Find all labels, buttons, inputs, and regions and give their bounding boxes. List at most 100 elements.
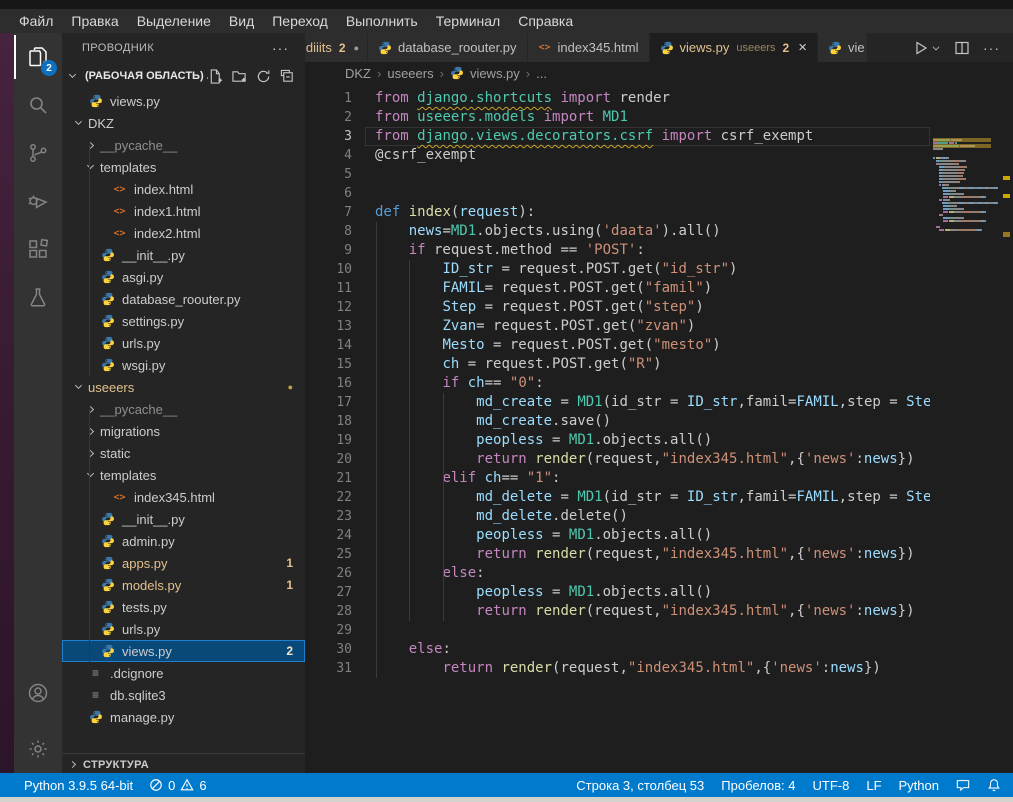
line-number: 17 <box>305 393 352 412</box>
tree-item-templates[interactable]: templates <box>62 464 305 486</box>
tab-database-roouter-py[interactable]: database_roouter.py <box>368 33 528 62</box>
tree-item-views-py[interactable]: views.py <box>62 90 305 112</box>
run-python-file-button[interactable] <box>913 40 941 56</box>
menu-item-3[interactable]: Вид <box>220 11 263 31</box>
tree-item-index345-html[interactable]: <>index345.html <box>62 486 305 508</box>
breadcrumb-item-1[interactable]: useeers <box>387 66 433 81</box>
settings-icon[interactable] <box>14 725 62 773</box>
encoding-status[interactable]: UTF-8 <box>813 778 850 793</box>
tree-item--dcignore[interactable]: ≡.dcignore <box>62 662 305 684</box>
breadcrumb[interactable]: DKZ›useeers›views.py›... <box>305 62 1013 84</box>
tree-item--init-py[interactable]: __init__.py <box>62 508 305 530</box>
tree-item-label: __init__.py <box>122 512 185 527</box>
tree-item-templates[interactable]: templates <box>62 156 305 178</box>
minimap-line <box>933 163 998 165</box>
tree-item-label: wsgi.py <box>122 358 165 373</box>
code-text: FAMIL= request.POST.get("famil") <box>352 279 712 298</box>
breadcrumb-item-2[interactable]: views.py <box>470 66 520 81</box>
close-icon[interactable]: × <box>798 40 807 55</box>
more-actions-icon[interactable]: ··· <box>983 40 1000 56</box>
refresh-icon[interactable] <box>256 69 271 84</box>
minimap-line <box>933 151 998 153</box>
minimap-line <box>933 202 998 204</box>
split-editor-icon[interactable] <box>954 40 970 56</box>
tree-item-asgi-py[interactable]: asgi.py <box>62 266 305 288</box>
workspace-section-header[interactable]: (РАБОЧАЯ ОБЛАСТЬ) ... <box>62 63 305 89</box>
html-icon: <> <box>112 206 127 217</box>
extensions-icon[interactable] <box>14 225 62 273</box>
tree-item--pycache-[interactable]: __pycache__ <box>62 134 305 156</box>
eol-status[interactable]: LF <box>866 778 881 793</box>
python-interpreter-status[interactable]: Python 3.9.5 64-bit <box>24 778 133 793</box>
code-text: if request.method == 'POST': <box>352 241 645 260</box>
tree-item-manage-py[interactable]: manage.py <box>62 706 305 728</box>
tree-item-static[interactable]: static <box>62 442 305 464</box>
python-icon <box>100 600 115 614</box>
breadcrumb-item-3[interactable]: ... <box>536 66 547 81</box>
minimap[interactable] <box>930 135 1000 773</box>
tree-item-urls-py[interactable]: urls.py <box>62 332 305 354</box>
chevron-down-icon[interactable] <box>931 43 941 53</box>
source-control-icon[interactable] <box>14 129 62 177</box>
tree-item-urls-py[interactable]: urls.py <box>62 618 305 640</box>
cursor-position-status[interactable]: Строка 3, столбец 53 <box>576 778 704 793</box>
feedback-icon[interactable] <box>956 778 970 792</box>
tree-item-database-roouter-py[interactable]: database_roouter.py <box>62 288 305 310</box>
account-icon[interactable] <box>14 669 62 717</box>
problems-status[interactable]: 0 6 <box>149 778 206 793</box>
python-icon <box>100 314 115 328</box>
search-icon[interactable] <box>14 81 62 129</box>
tree-item-views-py[interactable]: views.py2 <box>62 640 305 662</box>
menu-item-7[interactable]: Справка <box>509 11 582 31</box>
explorer-icon[interactable]: 2 <box>14 33 62 81</box>
tree-item-apps-py[interactable]: apps.py1 <box>62 552 305 574</box>
menu-item-0[interactable]: Файл <box>10 11 62 31</box>
tree-item-index-html[interactable]: <>index.html <box>62 178 305 200</box>
tree-item-wsgi-py[interactable]: wsgi.py <box>62 354 305 376</box>
tab-diiits[interactable]: diiits2● <box>305 33 368 62</box>
run-debug-icon[interactable] <box>14 177 62 225</box>
sidebar-more-actions-button[interactable]: ··· <box>272 40 289 56</box>
tree-item-label: views.py <box>110 94 160 109</box>
language-mode-status[interactable]: Python <box>899 778 939 793</box>
testing-icon[interactable] <box>14 273 62 321</box>
code-line: 14 Mesto = request.POST.get("mesto") <box>305 336 1013 355</box>
breadcrumb-separator: › <box>377 66 381 81</box>
tree-item-models-py[interactable]: models.py1 <box>62 574 305 596</box>
tree-item-index1-html[interactable]: <>index1.html <box>62 200 305 222</box>
notifications-bell-icon[interactable] <box>987 778 1001 792</box>
new-folder-icon[interactable] <box>232 69 247 84</box>
tree-item-dkz[interactable]: DKZ <box>62 112 305 134</box>
tree-item--pycache-[interactable]: __pycache__ <box>62 398 305 420</box>
code-text: md_delete.delete() <box>352 507 628 526</box>
menu-item-4[interactable]: Переход <box>263 11 337 31</box>
tree-item-admin-py[interactable]: admin.py <box>62 530 305 552</box>
tree-item-db-sqlite3[interactable]: ≡db.sqlite3 <box>62 684 305 706</box>
minimap-line <box>933 205 998 207</box>
indentation-status[interactable]: Пробелов: 4 <box>721 778 795 793</box>
python-icon <box>100 556 115 570</box>
tree-item-label: static <box>100 446 130 461</box>
tab-index345-html[interactable]: <>index345.html <box>528 33 650 62</box>
collapse-all-icon[interactable] <box>280 69 295 84</box>
tab-vie[interactable]: vie <box>818 33 868 62</box>
tree-indent-guide <box>89 409 90 662</box>
menu-item-6[interactable]: Терминал <box>427 11 509 31</box>
menu-item-5[interactable]: Выполнить <box>337 11 427 31</box>
outline-section-header[interactable]: СТРУКТУРА <box>62 753 305 773</box>
tree-item-settings-py[interactable]: settings.py <box>62 310 305 332</box>
tree-item-useeers[interactable]: useeers● <box>62 376 305 398</box>
menu-item-2[interactable]: Выделение <box>128 11 220 31</box>
tree-item-label: db.sqlite3 <box>110 688 166 703</box>
code-editor[interactable]: 1from django.shortcuts import render2fro… <box>305 84 1013 773</box>
breadcrumb-item-0[interactable]: DKZ <box>345 66 371 81</box>
tree-item-migrations[interactable]: migrations <box>62 420 305 442</box>
new-file-icon[interactable] <box>208 69 223 84</box>
tab-views-py[interactable]: views.pyuseeers2× <box>650 33 818 62</box>
code-text: md_create.save() <box>352 412 611 431</box>
tree-item--init-py[interactable]: __init__.py <box>62 244 305 266</box>
tab-description: useeers <box>736 42 775 54</box>
tree-item-tests-py[interactable]: tests.py <box>62 596 305 618</box>
tree-item-index2-html[interactable]: <>index2.html <box>62 222 305 244</box>
menu-item-1[interactable]: Правка <box>62 11 127 31</box>
